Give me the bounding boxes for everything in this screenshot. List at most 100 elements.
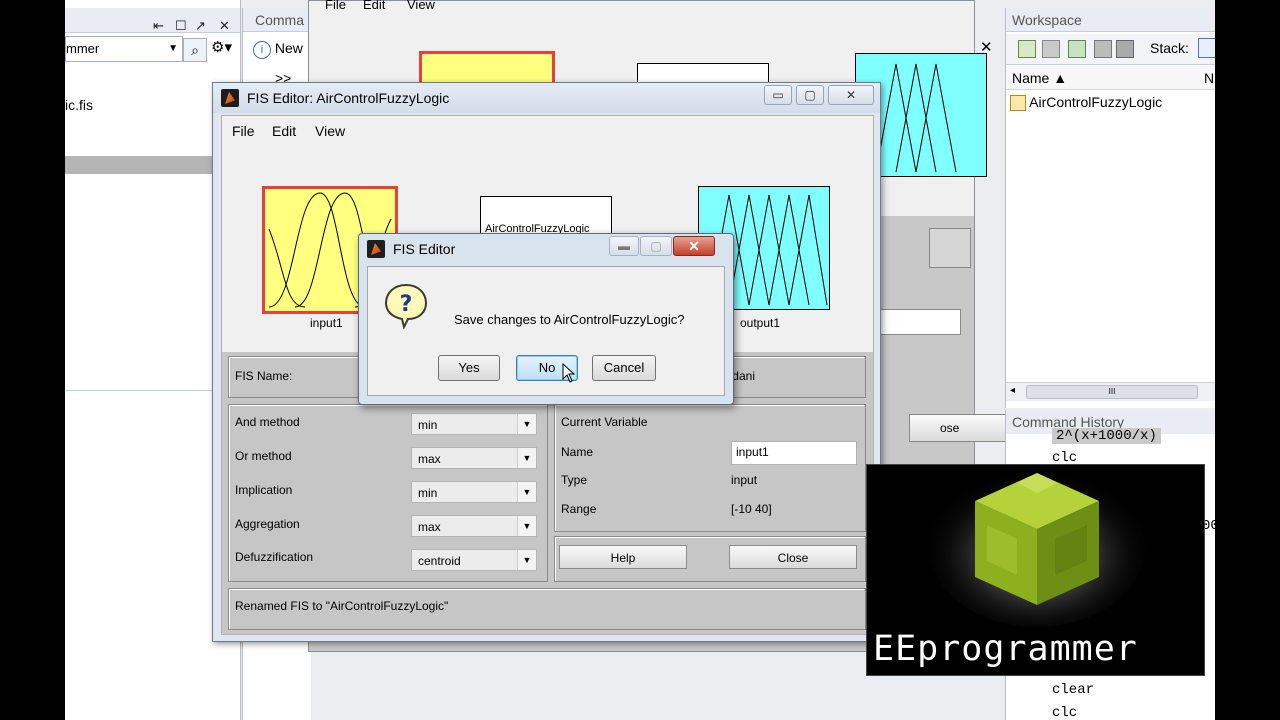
methods-group: And method min ▼ Or method max ▼ Implicati… bbox=[228, 404, 548, 582]
menu-view[interactable]: View bbox=[315, 123, 345, 139]
variable-name: AirControlFuzzyLogic bbox=[1029, 94, 1163, 110]
save-workspace-icon[interactable] bbox=[1094, 40, 1112, 58]
close-editor-button[interactable]: Close bbox=[729, 545, 857, 569]
menubar: File Edit View bbox=[222, 116, 873, 146]
name-column-label[interactable]: Name ▲ bbox=[1012, 70, 1067, 86]
svg-text:?: ? bbox=[400, 292, 413, 317]
menu-file[interactable]: File bbox=[232, 123, 255, 139]
logo-cube-graphic bbox=[929, 467, 1145, 627]
chevron-down-icon: ▼ bbox=[517, 550, 536, 570]
logo-text: EEprogrammer bbox=[873, 629, 1138, 669]
current-folder-titlebar: ⇤ ☐ ↗ ✕ bbox=[65, 8, 240, 33]
scroll-left-icon[interactable]: ◂ bbox=[1010, 385, 1015, 396]
history-entry[interactable]: clear bbox=[1052, 682, 1094, 698]
dialog-title: FIS Editor bbox=[393, 241, 456, 257]
history-entry[interactable]: 2^(x+1000/x) bbox=[1052, 428, 1161, 444]
matlab-icon bbox=[221, 89, 239, 107]
workspace-variable-row[interactable]: AirControlFuzzyLogic bbox=[1010, 94, 1163, 112]
workspace-title: Workspace bbox=[1006, 8, 1215, 32]
aggregation-label: Aggregation bbox=[235, 517, 300, 531]
import-data-icon[interactable] bbox=[1068, 40, 1086, 58]
close-icon[interactable]: ✕ bbox=[980, 38, 993, 56]
or-method-select[interactable]: max ▼ bbox=[411, 447, 537, 469]
dialog-close-button[interactable]: ✕ bbox=[673, 236, 715, 256]
search-icon[interactable]: ⌕ bbox=[183, 38, 207, 62]
info-icon: i bbox=[253, 41, 271, 59]
question-icon: ? bbox=[384, 283, 428, 329]
menu-edit[interactable]: Edit bbox=[272, 123, 296, 139]
save-changes-dialog: FIS Editor ▬ ▢ ✕ ? Save changes to AirCo… bbox=[358, 233, 734, 405]
implication-label: Implication bbox=[235, 483, 293, 497]
maximize-icon[interactable]: ☐ bbox=[175, 18, 187, 34]
bg-menu-file[interactable]: File bbox=[325, 0, 346, 12]
type-label: Type bbox=[561, 473, 588, 487]
current-variable-group: Current Variable Name input1 Type input … bbox=[554, 404, 866, 532]
mouse-cursor-icon bbox=[562, 363, 576, 383]
undock-icon[interactable]: ⇤ bbox=[153, 18, 164, 34]
workspace-panel: Workspace ✕ Stack: Name ▲ N AirControlFu… bbox=[980, 8, 1215, 408]
bg-field bbox=[879, 309, 961, 335]
minimize-button[interactable]: ▭ bbox=[764, 85, 792, 105]
command-window-title: Comma bbox=[243, 8, 311, 32]
delete-icon[interactable] bbox=[1116, 40, 1134, 58]
range-label: Range bbox=[561, 502, 597, 516]
buttons-group: Help Close bbox=[554, 536, 866, 582]
bg-menu-edit[interactable]: Edit bbox=[363, 0, 385, 12]
dialog-body: ? Save changes to AirControlFuzzyLogic? … bbox=[367, 266, 725, 396]
horizontal-scrollbar[interactable]: ◂ III bbox=[1006, 382, 1215, 401]
variable-name-field[interactable]: input1 bbox=[731, 441, 857, 465]
cancel-button[interactable]: Cancel bbox=[592, 355, 656, 381]
bg-box-1 bbox=[929, 228, 971, 268]
status-group: Renamed FIS to "AirControlFuzzyLogic" bbox=[228, 588, 866, 630]
bg-close-button[interactable]: ose bbox=[909, 414, 1015, 442]
new-to-matlab-link[interactable]: i New bbox=[253, 40, 303, 59]
stack-dropdown[interactable] bbox=[1198, 38, 1215, 58]
stack-label: Stack: bbox=[1150, 40, 1189, 56]
dialog-message: Save changes to AirControlFuzzyLogic? bbox=[454, 312, 685, 327]
pin-icon[interactable]: ↗ bbox=[195, 18, 206, 34]
eeprogrammer-logo: EEprogrammer bbox=[866, 464, 1205, 676]
gear-icon[interactable]: ⚙▾ bbox=[211, 38, 232, 56]
folder-path-input[interactable]: mmer ▼ bbox=[65, 36, 183, 62]
dialog-minimize-button: ▬ bbox=[609, 236, 639, 256]
fis-editor-titlebar[interactable]: FIS Editor: AirControlFuzzyLogic ▭ ▢ ✕ bbox=[213, 83, 880, 113]
new-variable-icon[interactable] bbox=[1018, 40, 1036, 58]
yes-button[interactable]: Yes bbox=[438, 355, 500, 381]
next-column-label[interactable]: N bbox=[1204, 66, 1214, 90]
name-label: Name bbox=[561, 445, 594, 459]
open-variable-icon[interactable] bbox=[1042, 40, 1060, 58]
and-method-value: min bbox=[418, 418, 438, 432]
implication-value: min bbox=[418, 486, 438, 500]
help-button[interactable]: Help bbox=[559, 545, 687, 569]
range-value: [-10 40] bbox=[731, 502, 772, 516]
defuzzification-select[interactable]: centroid ▼ bbox=[411, 549, 537, 571]
scroll-thumb[interactable]: III bbox=[1026, 385, 1198, 399]
defuzzification-value: centroid bbox=[418, 554, 461, 568]
file-item[interactable]: ic.fis bbox=[65, 97, 93, 113]
maximize-button[interactable]: ▢ bbox=[796, 85, 824, 105]
output1-label: output1 bbox=[740, 316, 781, 330]
bg-menu-view[interactable]: View bbox=[407, 0, 435, 12]
workspace-column-header[interactable]: Name ▲ N bbox=[1006, 66, 1215, 90]
defuzzification-label: Defuzzification bbox=[235, 550, 314, 564]
chevron-down-icon: ▼ bbox=[517, 516, 536, 536]
close-button[interactable]: ✕ bbox=[828, 85, 874, 105]
folder-path-text: mmer bbox=[66, 41, 100, 56]
chevron-down-icon[interactable]: ▼ bbox=[168, 37, 178, 61]
aggregation-select[interactable]: max ▼ bbox=[411, 515, 537, 537]
workspace-toolbar: Stack: bbox=[1006, 34, 1215, 65]
and-method-label: And method bbox=[235, 415, 300, 429]
chevron-down-icon: ▼ bbox=[517, 414, 536, 434]
history-entry[interactable]: clc bbox=[1052, 705, 1077, 720]
chevron-down-icon: ▼ bbox=[517, 482, 536, 502]
fis-editor-title: FIS Editor: AirControlFuzzyLogic bbox=[247, 90, 450, 106]
input1-label: input1 bbox=[310, 316, 343, 330]
current-variable-heading: Current Variable bbox=[561, 415, 648, 429]
close-icon[interactable]: ✕ bbox=[219, 18, 230, 34]
struct-icon bbox=[1010, 95, 1026, 112]
or-method-label: Or method bbox=[235, 449, 292, 463]
and-method-select[interactable]: min ▼ bbox=[411, 413, 537, 435]
implication-select[interactable]: min ▼ bbox=[411, 481, 537, 503]
chevron-down-icon: ▼ bbox=[517, 448, 536, 468]
new-label: New bbox=[274, 40, 303, 56]
